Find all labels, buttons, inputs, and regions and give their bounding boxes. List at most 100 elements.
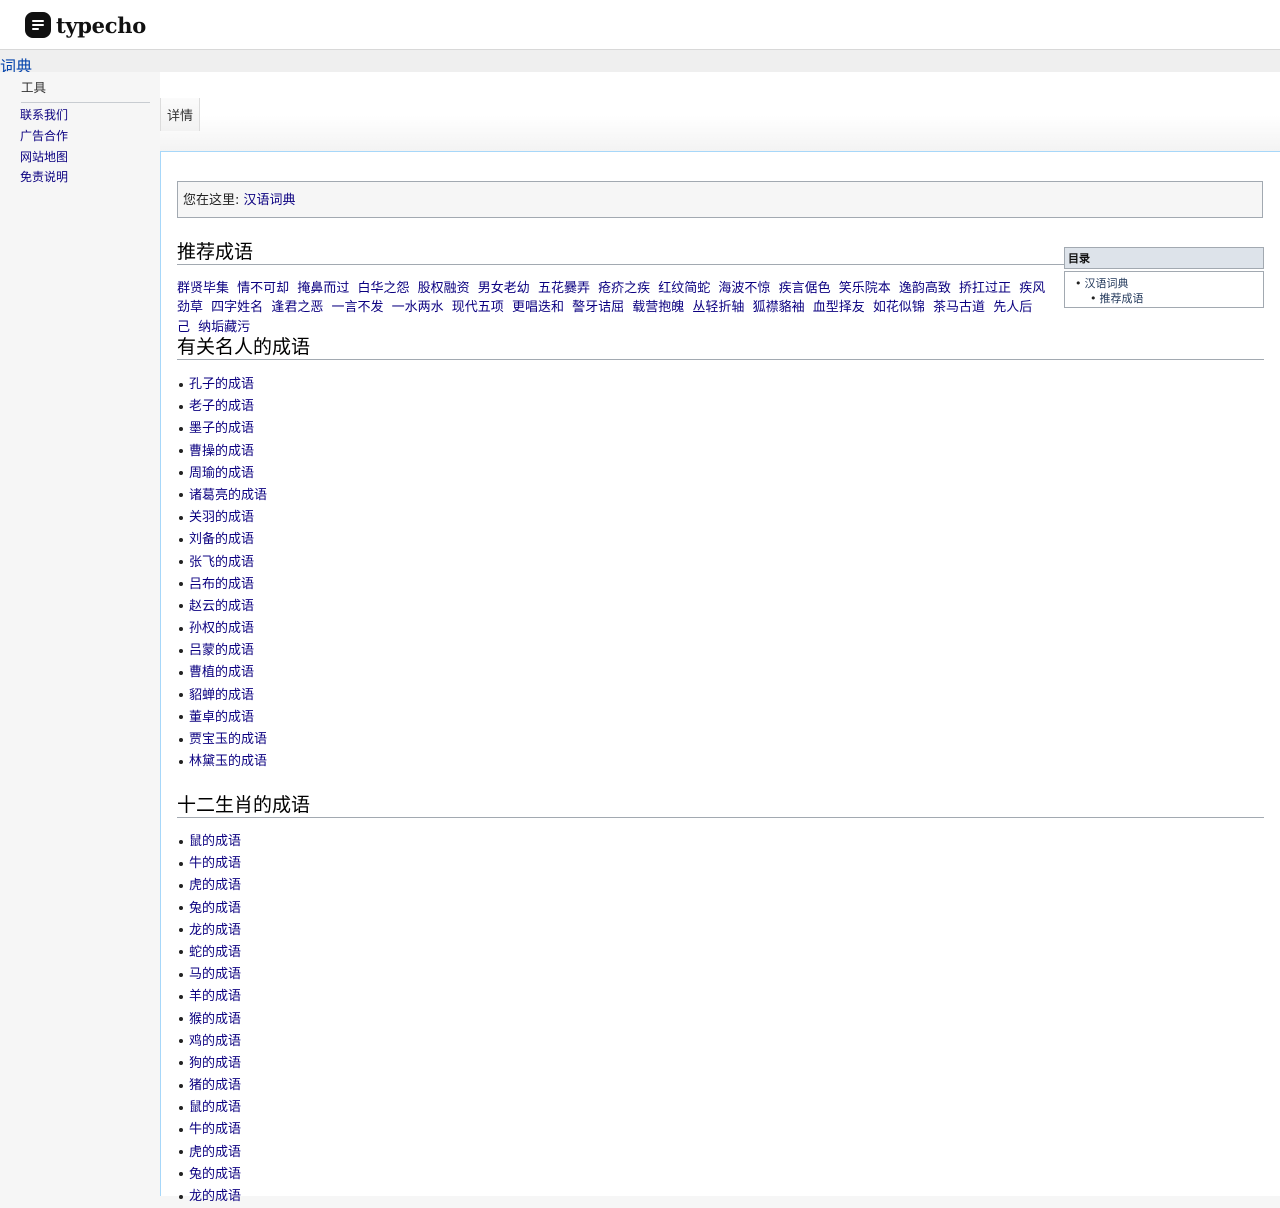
list-item: 曹操的成语: [177, 441, 267, 463]
sidebar-list: 联系我们 广告合作 网站地图 免责说明: [20, 105, 68, 188]
idiom-category-link[interactable]: 牛的成语: [189, 1122, 241, 1137]
idiom-category-link[interactable]: 鼠的成语: [189, 834, 241, 849]
list-item: 蛇的成语: [177, 942, 241, 964]
ads-link[interactable]: 广告合作: [20, 129, 68, 143]
list-item: 马的成语: [177, 964, 241, 986]
idiom-category-link[interactable]: 龙的成语: [189, 923, 241, 938]
idiom-link[interactable]: 现代五项: [452, 300, 504, 315]
main-content: 您在这里: 汉语词典 目录 • 汉语词典 • 推荐成语 推荐成语 群贤毕集 情不可却…: [160, 151, 1280, 1204]
idiom-link[interactable]: 疾言倨色: [779, 281, 831, 296]
toc-body: • 汉语词典 • 推荐成语: [1064, 271, 1264, 308]
idiom-category-link[interactable]: 关羽的成语: [189, 510, 254, 525]
idiom-link[interactable]: 股权融资: [418, 281, 470, 296]
idiom-category-link[interactable]: 兔的成语: [189, 1167, 241, 1182]
top-header: typecho: [0, 0, 1280, 50]
list-item: 鼠的成语: [177, 831, 241, 853]
idiom-category-link[interactable]: 赵云的成语: [189, 599, 254, 614]
list-item: 孔子的成语: [177, 374, 267, 396]
idiom-link[interactable]: 茶马古道: [933, 300, 985, 315]
idiom-category-link[interactable]: 鼠的成语: [189, 1100, 241, 1115]
bullet-icon: •: [1090, 292, 1097, 305]
idiom-category-link[interactable]: 老子的成语: [189, 399, 254, 414]
idiom-link[interactable]: 血型择友: [813, 300, 865, 315]
idiom-category-link[interactable]: 猪的成语: [189, 1078, 241, 1093]
toc-title: 目录: [1064, 247, 1264, 269]
idiom-category-link[interactable]: 孔子的成语: [189, 377, 254, 392]
section-title-recommend: 推荐成语: [177, 240, 1064, 265]
list-item: 刘备的成语: [177, 529, 267, 551]
idiom-link[interactable]: 纳垢藏污: [198, 320, 250, 335]
list-item: 龙的成语: [177, 920, 241, 942]
idiom-link[interactable]: 逢君之恶: [271, 300, 323, 315]
idiom-category-link[interactable]: 羊的成语: [189, 989, 241, 1004]
idiom-category-link[interactable]: 虎的成语: [189, 1145, 241, 1160]
list-item: 曹植的成语: [177, 662, 267, 684]
idiom-category-link[interactable]: 龙的成语: [189, 1189, 241, 1204]
idiom-category-link[interactable]: 曹植的成语: [189, 665, 254, 680]
idiom-link[interactable]: 群贤毕集: [177, 281, 229, 296]
idiom-link[interactable]: 丛轻折轴: [692, 300, 744, 315]
idiom-link[interactable]: 疮疥之疾: [598, 281, 650, 296]
idiom-link[interactable]: 红纹简蛇: [658, 281, 710, 296]
toc-link[interactable]: 推荐成语: [1100, 292, 1144, 305]
idiom-link[interactable]: 白华之怨: [357, 281, 409, 296]
sitemap-link[interactable]: 网站地图: [20, 150, 68, 164]
idiom-link[interactable]: 海波不惊: [718, 281, 770, 296]
idiom-link[interactable]: 一言不发: [331, 300, 383, 315]
idiom-link[interactable]: 掩鼻而过: [297, 281, 349, 296]
breadcrumb-link[interactable]: 汉语词典: [244, 193, 296, 208]
disclaimer-link[interactable]: 免责说明: [20, 170, 68, 184]
idiom-category-link[interactable]: 贾宝玉的成语: [189, 732, 267, 747]
idiom-category-link[interactable]: 张飞的成语: [189, 555, 254, 570]
idiom-link[interactable]: 更唱迭和: [512, 300, 564, 315]
idiom-category-link[interactable]: 刘备的成语: [189, 532, 254, 547]
idiom-category-link[interactable]: 诸葛亮的成语: [189, 488, 267, 503]
idiom-category-link[interactable]: 兔的成语: [189, 901, 241, 916]
idiom-category-link[interactable]: 吕布的成语: [189, 577, 254, 592]
idiom-category-link[interactable]: 曹操的成语: [189, 444, 254, 459]
idiom-link[interactable]: 情不可却: [237, 281, 289, 296]
idiom-category-link[interactable]: 猴的成语: [189, 1012, 241, 1027]
idiom-category-link[interactable]: 周瑜的成语: [189, 466, 254, 481]
idiom-category-link[interactable]: 貂蝉的成语: [189, 688, 254, 703]
toc-link[interactable]: 汉语词典: [1085, 277, 1129, 290]
idiom-link[interactable]: 逸韵高致: [899, 281, 951, 296]
idiom-category-link[interactable]: 蛇的成语: [189, 945, 241, 960]
idiom-link[interactable]: 挢扛过正: [959, 281, 1011, 296]
list-item: 鸡的成语: [177, 1031, 241, 1053]
idiom-category-link[interactable]: 董卓的成语: [189, 710, 254, 725]
list-item: 貂蝉的成语: [177, 685, 267, 707]
idiom-link[interactable]: 男女老幼: [478, 281, 530, 296]
list-item: 猪的成语: [177, 1075, 241, 1097]
typecho-logo[interactable]: typecho: [25, 11, 146, 39]
idiom-category-link[interactable]: 孙权的成语: [189, 621, 254, 636]
idiom-category-link[interactable]: 墨子的成语: [189, 421, 254, 436]
idiom-category-link[interactable]: 虎的成语: [189, 878, 241, 893]
sidebar-item-ads: 广告合作: [20, 126, 68, 147]
idiom-link[interactable]: 狐襟貉袖: [753, 300, 805, 315]
recommend-idiom-links: 群贤毕集 情不可却 掩鼻而过 白华之怨 股权融资 男女老幼 五花爨弄 疮疥之疾 …: [177, 279, 1047, 337]
famous-people-list: 孔子的成语老子的成语墨子的成语曹操的成语周瑜的成语诸葛亮的成语 关羽的成语刘备的成…: [177, 374, 267, 773]
logo-text: typecho: [56, 12, 146, 38]
list-item: 鼠的成语: [177, 1097, 241, 1119]
idiom-category-link[interactable]: 鸡的成语: [189, 1034, 241, 1049]
idiom-link[interactable]: 五花爨弄: [538, 281, 590, 296]
idiom-category-link[interactable]: 吕蒙的成语: [189, 643, 254, 658]
idiom-link[interactable]: 笑乐院本: [839, 281, 891, 296]
contact-link[interactable]: 联系我们: [20, 108, 68, 122]
list-item: 龙的成语: [177, 1186, 241, 1208]
idiom-link[interactable]: 一水两水: [392, 300, 444, 315]
list-item: 关羽的成语: [177, 507, 267, 529]
list-item: 羊的成语: [177, 986, 241, 1008]
idiom-category-link[interactable]: 牛的成语: [189, 856, 241, 871]
list-item: 张飞的成语: [177, 552, 267, 574]
idiom-category-link[interactable]: 林黛玉的成语: [189, 754, 267, 769]
idiom-link[interactable]: 如花似锦: [873, 300, 925, 315]
tab-detail[interactable]: 详情: [160, 98, 200, 131]
idiom-link[interactable]: 謷牙诘屈: [572, 300, 624, 315]
idiom-category-link[interactable]: 狗的成语: [189, 1056, 241, 1071]
idiom-link[interactable]: 载营抱魄: [632, 300, 684, 315]
idiom-link[interactable]: 四字姓名: [211, 300, 263, 315]
idiom-category-link[interactable]: 马的成语: [189, 967, 241, 982]
list-item: 林黛玉的成语: [177, 751, 267, 773]
